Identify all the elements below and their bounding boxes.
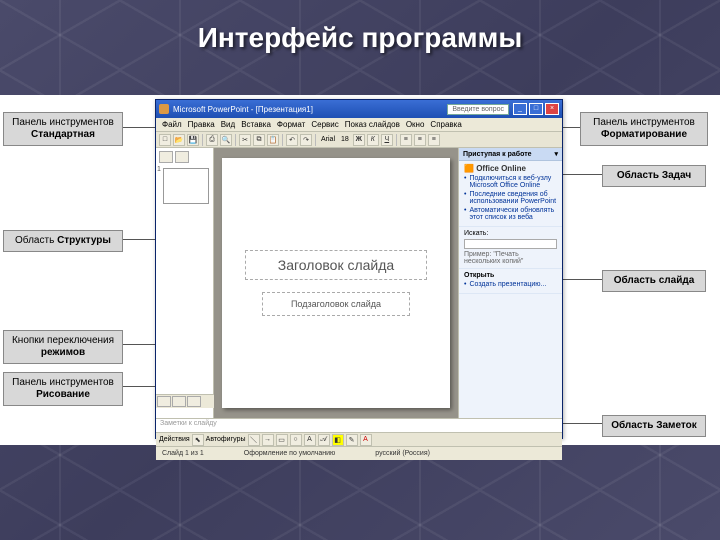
oval-icon[interactable]: ○	[290, 434, 302, 446]
thumb-number: 1	[157, 166, 161, 173]
status-slide-count: Слайд 1 из 1	[162, 450, 204, 457]
slideshow-view-button[interactable]	[187, 396, 201, 407]
slide-canvas[interactable]: Заголовок слайда Подзаголовок слайда	[222, 158, 450, 408]
select-icon[interactable]: ⬉	[192, 434, 204, 446]
cut-icon[interactable]: ✂	[239, 134, 251, 146]
label-slide-area: Область слайда	[602, 270, 706, 292]
drawing-toolbar: Действия ⬉ Автофигуры ＼ → ▭ ○ A 𝒜 ◧ ✎ A	[156, 432, 562, 446]
save-icon[interactable]: 💾	[187, 134, 199, 146]
wordart-icon[interactable]: 𝒜	[318, 434, 330, 446]
bold-icon[interactable]: Ж	[353, 134, 365, 146]
status-bar: Слайд 1 из 1 Оформление по умолчанию рус…	[156, 446, 562, 460]
line-icon[interactable]: ＼	[248, 434, 260, 446]
slide-thumbnail[interactable]	[163, 168, 209, 204]
app-icon	[159, 104, 169, 114]
align-right-icon[interactable]: ≡	[428, 134, 440, 146]
open-label: Открыть	[464, 272, 557, 279]
normal-view-button[interactable]	[157, 396, 171, 407]
menu-slideshow[interactable]: Показ слайдов	[345, 120, 400, 129]
fill-icon[interactable]: ◧	[332, 434, 344, 446]
status-language: русский (Россия)	[375, 450, 430, 457]
line-color-icon[interactable]: ✎	[346, 434, 358, 446]
paste-icon[interactable]: 📋	[267, 134, 279, 146]
label-formatting-toolbar: Панель инструментов Форматирование	[580, 112, 708, 146]
office-online-logo: 🟧 Office Online	[464, 164, 557, 173]
autoshapes-menu[interactable]: Автофигуры	[206, 436, 246, 443]
sorter-view-button[interactable]	[172, 396, 186, 407]
redo-icon[interactable]: ↷	[300, 134, 312, 146]
open-icon[interactable]: 📂	[173, 134, 185, 146]
task-pane[interactable]: Приступая к работе▾ 🟧 Office Online Подк…	[458, 148, 562, 418]
diagram-container: Панель инструментов Стандартная Область …	[0, 95, 720, 445]
slide-title-placeholder[interactable]: Заголовок слайда	[245, 250, 427, 280]
outline-pane[interactable]: 1	[156, 148, 214, 418]
menu-help[interactable]: Справка	[430, 120, 461, 129]
font-select[interactable]: Arial	[319, 136, 337, 143]
preview-icon[interactable]: 🔍	[220, 134, 232, 146]
search-label: Искать:	[464, 230, 557, 237]
powerpoint-window: Microsoft PowerPoint - [Презентация1] Вв…	[155, 99, 563, 439]
maximize-button[interactable]: □	[529, 103, 543, 115]
align-left-icon[interactable]: ≡	[400, 134, 412, 146]
menu-insert[interactable]: Вставка	[241, 120, 271, 129]
menu-bar: Файл Правка Вид Вставка Формат Сервис По…	[156, 118, 562, 132]
taskpane-link[interactable]: Последние сведения об использовании Powe…	[464, 191, 557, 205]
undo-icon[interactable]: ↶	[286, 134, 298, 146]
window-titlebar[interactable]: Microsoft PowerPoint - [Презентация1] Вв…	[156, 100, 562, 118]
italic-icon[interactable]: К	[367, 134, 379, 146]
status-design: Оформление по умолчанию	[244, 450, 336, 457]
slide-subtitle-placeholder[interactable]: Подзаголовок слайда	[262, 292, 410, 316]
label-notes-area: Область Заметок	[602, 415, 706, 437]
underline-icon[interactable]: Ч	[381, 134, 393, 146]
label-drawing-toolbar: Панель инструментов Рисование	[3, 372, 123, 406]
new-icon[interactable]: □	[159, 134, 171, 146]
menu-file[interactable]: Файл	[162, 120, 182, 129]
close-button[interactable]: ×	[545, 103, 559, 115]
standard-toolbar: □ 📂 💾 ⎙ 🔍 ✂ ⧉ 📋 ↶ ↷ Arial 18 Ж К Ч ≡ ≡ ≡	[156, 132, 562, 148]
page-title: Интерфейс программы	[0, 0, 720, 70]
size-select[interactable]: 18	[339, 136, 351, 143]
menu-view[interactable]: Вид	[221, 120, 235, 129]
rect-icon[interactable]: ▭	[276, 434, 288, 446]
font-color-icon[interactable]: A	[360, 434, 372, 446]
label-standard-toolbar: Панель инструментов Стандартная	[3, 112, 123, 146]
copy-icon[interactable]: ⧉	[253, 134, 265, 146]
outline-tab[interactable]	[159, 151, 173, 163]
create-presentation-link[interactable]: Создать презентацию...	[464, 281, 557, 288]
search-input[interactable]	[464, 239, 557, 249]
taskpane-header[interactable]: Приступая к работе▾	[459, 148, 562, 161]
chevron-down-icon[interactable]: ▾	[554, 150, 558, 158]
print-icon[interactable]: ⎙	[206, 134, 218, 146]
slides-tab[interactable]	[175, 151, 189, 163]
arrow-icon[interactable]: →	[262, 434, 274, 446]
label-outline-area: Область Структуры	[3, 230, 123, 252]
menu-window[interactable]: Окно	[406, 120, 425, 129]
notes-pane[interactable]: Заметки к слайду	[156, 418, 562, 432]
help-search-input[interactable]: Введите вопрос	[447, 104, 509, 115]
menu-tools[interactable]: Сервис	[311, 120, 338, 129]
minimize-button[interactable]: _	[513, 103, 527, 115]
taskpane-link[interactable]: Подключиться к веб-узлу Microsoft Office…	[464, 175, 557, 189]
label-view-buttons: Кнопки переключения режимов	[3, 330, 123, 364]
taskpane-link[interactable]: Автоматически обновлять этот список из в…	[464, 207, 557, 221]
view-buttons	[156, 394, 214, 408]
draw-menu[interactable]: Действия	[159, 436, 190, 443]
textbox-icon[interactable]: A	[304, 434, 316, 446]
window-title: Microsoft PowerPoint - [Презентация1]	[173, 105, 313, 114]
align-center-icon[interactable]: ≡	[414, 134, 426, 146]
slide-edit-area[interactable]: Заголовок слайда Подзаголовок слайда	[214, 148, 458, 418]
menu-edit[interactable]: Правка	[188, 120, 215, 129]
search-example: Пример: "Печать нескольких копий"	[464, 251, 557, 265]
menu-format[interactable]: Формат	[277, 120, 305, 129]
label-task-pane: Область Задач	[602, 165, 706, 187]
